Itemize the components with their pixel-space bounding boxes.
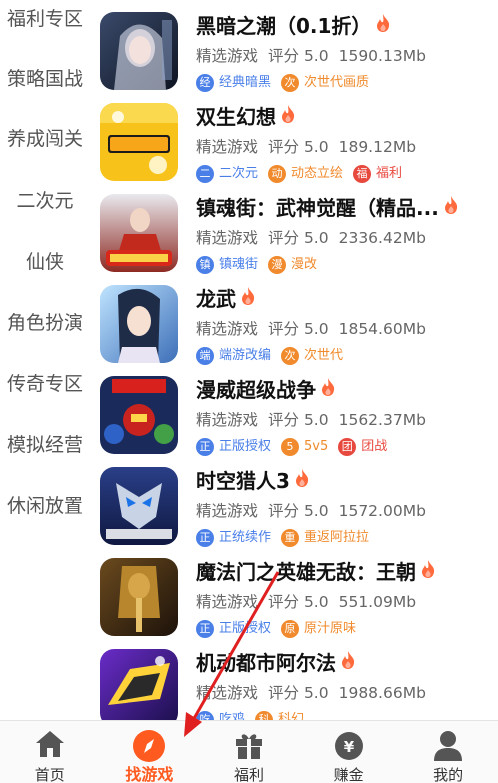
tab-earn-gold[interactable]: ¥ 赚金 xyxy=(299,721,399,783)
game-title[interactable]: 龙武 xyxy=(196,285,256,313)
game-item[interactable]: 镇魂街：武神觉醒（精品... 精选游戏 评分 5.0 2336.42Mb 镇镇魂街 … xyxy=(90,194,498,285)
game-title[interactable]: 双生幻想 xyxy=(196,103,296,131)
user-icon xyxy=(432,729,464,765)
money-bag-icon: ¥ xyxy=(333,729,365,765)
category-sidebar: 福利专区 策略国战 养成闯关 二次元 仙侠 角色扮演 传奇专区 模拟经营 休闲放… xyxy=(0,0,90,720)
game-tag: 端端游改编 xyxy=(196,347,271,365)
game-thumbnail[interactable] xyxy=(100,376,178,454)
sidebar-item-anime[interactable]: 二次元 xyxy=(0,189,90,213)
game-meta: 精选游戏 评分 5.0 2336.42Mb xyxy=(196,229,426,247)
game-item[interactable]: 漫威超级战争 精选游戏 评分 5.0 1562.37Mb 正正版授权 5 5v5 团团… xyxy=(90,376,498,467)
game-tag: 福福利 xyxy=(353,165,402,183)
fire-icon xyxy=(294,467,310,495)
fire-icon xyxy=(340,649,356,677)
sidebar-item-idle[interactable]: 休闲放置 xyxy=(0,494,90,518)
game-tag: 重重返阿拉拉 xyxy=(281,529,369,547)
game-tag: 5 5v5 xyxy=(281,438,328,456)
game-meta: 精选游戏 评分 5.0 189.12Mb xyxy=(196,138,417,156)
sidebar-item-legend[interactable]: 传奇专区 xyxy=(0,372,90,396)
game-tags: 端端游改编 次次世代 xyxy=(196,346,353,366)
fire-icon xyxy=(320,376,336,404)
game-tag: 正正版授权 xyxy=(196,438,271,456)
game-item[interactable]: 龙武 精选游戏 评分 5.0 1854.60Mb 端端游改编 次次世代 xyxy=(90,285,498,376)
game-tag: 正正统续作 xyxy=(196,529,271,547)
fire-icon xyxy=(240,285,256,313)
game-tags: 二二次元 动动态立绘 福福利 xyxy=(196,164,412,184)
gift-icon xyxy=(233,729,265,765)
game-tag: 科科幻 xyxy=(255,711,304,720)
fire-icon xyxy=(280,103,296,131)
game-title[interactable]: 魔法门之英雄无敌：王朝 xyxy=(196,558,436,586)
game-thumbnail[interactable] xyxy=(100,467,178,545)
bottom-tab-bar: 首页 找游戏 福利 ¥ 赚金 我的 xyxy=(0,720,498,783)
game-tag: 二二次元 xyxy=(196,165,258,183)
game-title[interactable]: 黑暗之潮（0.1折） xyxy=(196,12,391,40)
game-tags: 镇镇魂街 漫漫改 xyxy=(196,255,327,275)
game-tag: 镇镇魂街 xyxy=(196,256,258,274)
tab-find-games[interactable]: 找游戏 xyxy=(100,721,200,783)
sidebar-item-rpg[interactable]: 角色扮演 xyxy=(0,311,90,335)
game-tags: 吃吃鸡 科科幻 xyxy=(196,710,314,720)
game-title[interactable]: 漫威超级战争 xyxy=(196,376,336,404)
sidebar-item-xianxia[interactable]: 仙侠 xyxy=(0,250,90,274)
game-item[interactable]: 黑暗之潮（0.1折） 精选游戏 评分 5.0 1590.13Mb 经经典暗黑 次次世… xyxy=(90,12,498,103)
compass-icon xyxy=(132,729,166,767)
game-thumbnail[interactable] xyxy=(100,649,178,720)
sidebar-item-strategy[interactable]: 策略国战 xyxy=(0,67,90,91)
game-list: 黑暗之潮（0.1折） 精选游戏 评分 5.0 1590.13Mb 经经典暗黑 次次世… xyxy=(90,0,498,720)
game-tags: 正正版授权 5 5v5 团团战 xyxy=(196,437,397,457)
game-tag: 动动态立绘 xyxy=(268,165,343,183)
game-tag: 吃吃鸡 xyxy=(196,711,245,720)
game-thumbnail[interactable] xyxy=(100,285,178,363)
game-tags: 经经典暗黑 次次世代画质 xyxy=(196,73,379,93)
fire-icon xyxy=(420,558,436,586)
fire-icon xyxy=(443,194,459,222)
game-tag: 经经典暗黑 xyxy=(196,74,271,92)
game-item[interactable]: 双生幻想 精选游戏 评分 5.0 189.12Mb 二二次元 动动态立绘 福福利 xyxy=(90,103,498,194)
sidebar-item-nurture[interactable]: 养成闯关 xyxy=(0,127,90,151)
game-thumbnail[interactable] xyxy=(100,12,178,90)
game-tag: 次次世代 xyxy=(281,347,343,365)
game-meta: 精选游戏 评分 5.0 1988.66Mb xyxy=(196,684,426,702)
tab-home[interactable]: 首页 xyxy=(0,721,100,783)
game-meta: 精选游戏 评分 5.0 1590.13Mb xyxy=(196,47,426,65)
game-item[interactable]: 魔法门之英雄无敌：王朝 精选游戏 评分 5.0 551.09Mb 正正版授权 原原汁… xyxy=(90,558,498,649)
game-meta: 精选游戏 评分 5.0 1854.60Mb xyxy=(196,320,426,338)
game-meta: 精选游戏 评分 5.0 551.09Mb xyxy=(196,593,417,611)
sidebar-item-welfare[interactable]: 福利专区 xyxy=(0,7,90,31)
game-tag: 正正版授权 xyxy=(196,620,271,638)
tab-welfare[interactable]: 福利 xyxy=(199,721,299,783)
tab-mine[interactable]: 我的 xyxy=(398,721,498,783)
game-title[interactable]: 机动都市阿尔法 xyxy=(196,649,356,677)
game-item[interactable]: 时空猎人3 精选游戏 评分 5.0 1572.00Mb 正正统续作 重重返阿拉拉 xyxy=(90,467,498,558)
game-tag: 漫漫改 xyxy=(268,256,317,274)
fire-icon xyxy=(375,12,391,40)
game-tag: 团团战 xyxy=(338,438,387,456)
game-meta: 精选游戏 评分 5.0 1562.37Mb xyxy=(196,411,426,429)
game-tags: 正正版授权 原原汁原味 xyxy=(196,619,366,639)
game-item[interactable]: 机动都市阿尔法 精选游戏 评分 5.0 1988.66Mb 吃吃鸡 科科幻 xyxy=(90,649,498,720)
game-tag: 原原汁原味 xyxy=(281,620,356,638)
game-meta: 精选游戏 评分 5.0 1572.00Mb xyxy=(196,502,426,520)
game-thumbnail[interactable] xyxy=(100,194,178,272)
svg-text:¥: ¥ xyxy=(343,738,354,756)
game-thumbnail[interactable] xyxy=(100,103,178,181)
game-tag: 次次世代画质 xyxy=(281,74,369,92)
game-title[interactable]: 时空猎人3 xyxy=(196,467,310,495)
game-thumbnail[interactable] xyxy=(100,558,178,636)
game-tags: 正正统续作 重重返阿拉拉 xyxy=(196,528,379,548)
home-icon xyxy=(34,729,66,763)
sidebar-item-simulation[interactable]: 模拟经营 xyxy=(0,433,90,457)
game-title[interactable]: 镇魂街：武神觉醒（精品... xyxy=(196,194,459,222)
